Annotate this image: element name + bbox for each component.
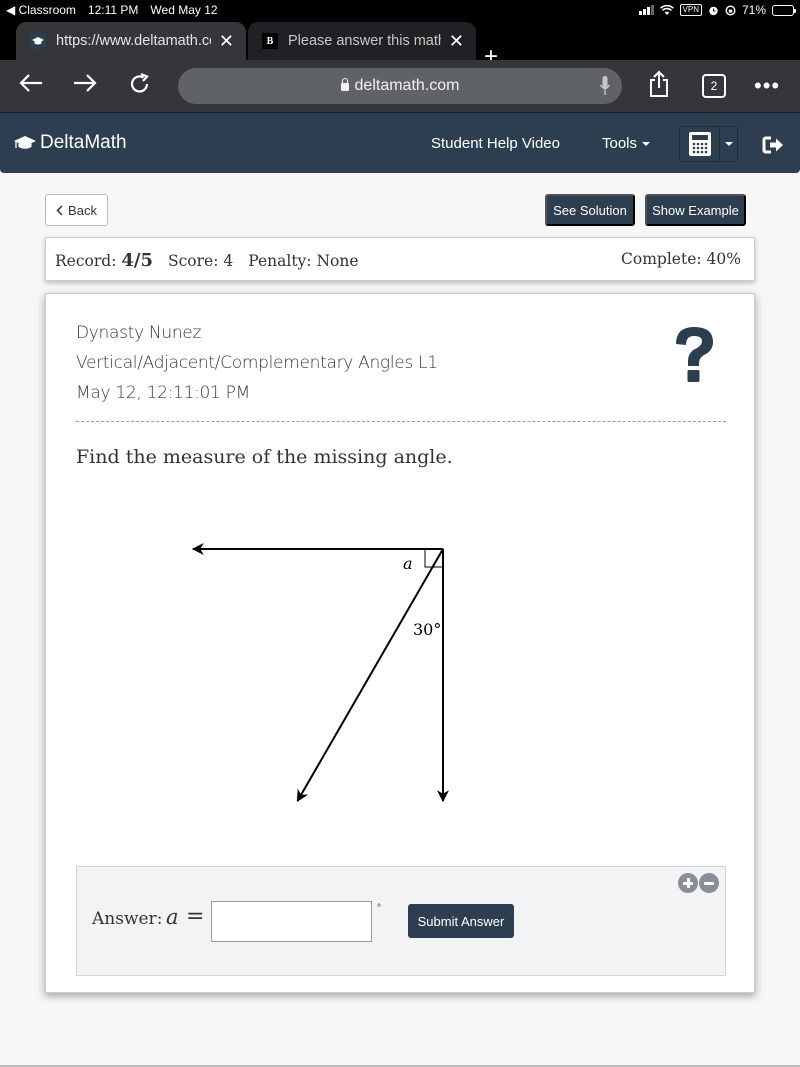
answer-input[interactable]	[211, 901, 372, 942]
url-text: deltamath.com	[354, 77, 460, 94]
brand-name: DeltaMath	[40, 132, 127, 153]
caret-down-icon	[724, 142, 733, 146]
close-tab-icon[interactable]: ✕	[219, 31, 234, 52]
back-arrow-icon[interactable]	[18, 72, 44, 100]
address-bar[interactable]: deltamath.com	[178, 68, 622, 104]
problem-meta: Dynasty Nunez Vertical/Adjacent/Compleme…	[76, 318, 438, 408]
zoom-in-icon[interactable]	[678, 873, 698, 893]
battery-icon	[772, 4, 796, 16]
back-to-app-link[interactable]: ◀ Classroom	[6, 3, 76, 17]
top-navbar: DeltaMath Student Help Video Tools	[0, 113, 800, 173]
wifi-icon	[659, 4, 674, 15]
score-label: Score:	[167, 252, 219, 270]
tab-title: https://www.deltamath.com	[56, 33, 211, 49]
ios-status-bar: ◀ Classroom 12:11 PM Wed May 12 VPN 71%	[0, 0, 800, 20]
status-date: Wed May 12	[150, 3, 218, 17]
penalty-value: None	[316, 252, 359, 270]
problem-card: Dynasty Nunez Vertical/Adjacent/Compleme…	[45, 293, 755, 993]
alarm-icon	[709, 6, 718, 15]
degree-symbol: °	[377, 903, 381, 914]
score-stat: Score: 4	[168, 252, 233, 270]
microphone-icon[interactable]	[600, 76, 610, 96]
tab-deltamath[interactable]: https://www.deltamath.com ✕	[16, 22, 246, 60]
calculator-button[interactable]	[680, 127, 720, 161]
tab-brainly[interactable]: B Please answer this math question ✕	[248, 22, 476, 60]
calculator-icon	[688, 132, 711, 156]
share-icon[interactable]	[648, 70, 670, 104]
sign-out-icon[interactable]	[762, 135, 784, 160]
record-stat: Record: 4/5	[55, 250, 153, 271]
tab-title: Please answer this math question	[288, 33, 441, 49]
forward-arrow-icon[interactable]	[72, 72, 98, 100]
submit-answer-button[interactable]: Submit Answer	[408, 904, 514, 938]
battery-percent: 71%	[741, 3, 766, 17]
complete-value: 40%	[706, 250, 741, 268]
close-tab-icon[interactable]: ✕	[449, 31, 464, 52]
student-name: Dynasty Nunez	[76, 323, 202, 343]
angle-label-30: 30°	[413, 620, 441, 639]
cellular-signal-icon	[638, 5, 654, 15]
reload-icon[interactable]	[128, 72, 152, 102]
more-menu-icon[interactable]: •••	[754, 73, 780, 99]
answer-variable: a	[166, 905, 179, 929]
calculator-dropdown-toggle[interactable]	[720, 127, 737, 161]
calculator-button-group	[679, 126, 738, 162]
chevron-left-icon	[56, 204, 63, 216]
complete-label: Complete:	[621, 250, 702, 268]
record-label: Record:	[55, 252, 117, 270]
vpn-badge: VPN	[679, 4, 702, 16]
show-example-button[interactable]: Show Example	[645, 194, 746, 226]
divider	[76, 421, 726, 422]
graduation-cap-icon	[14, 136, 36, 149]
answer-panel: Answer: a = ° Submit Answer	[76, 866, 726, 976]
tools-label: Tools	[602, 135, 638, 152]
lock-icon	[340, 78, 349, 91]
skill-name: Vertical/Adjacent/Complementary Angles L…	[76, 353, 438, 373]
penalty-label: Penalty:	[248, 252, 312, 270]
browser-toolbar: deltamath.com 2 •••	[0, 60, 800, 113]
back-label: Back	[68, 202, 97, 218]
deltamath-cap-icon	[30, 33, 46, 49]
student-help-video-link[interactable]: Student Help Video	[431, 135, 560, 152]
angle-label-a: a	[403, 554, 413, 573]
brainly-b-icon: B	[262, 33, 278, 49]
ray-diagonal	[296, 548, 444, 803]
problem-prompt: Find the measure of the missing angle.	[76, 446, 453, 468]
score-value: 4	[223, 252, 234, 270]
record-value: 4/5	[121, 250, 153, 271]
equals-sign: =	[186, 904, 205, 929]
tab-switcher-button[interactable]: 2	[702, 74, 726, 98]
question-mark-help-icon[interactable]	[671, 324, 717, 384]
deltamath-logo[interactable]: DeltaMath	[14, 132, 127, 154]
answer-label: Answer:	[92, 909, 163, 929]
angle-diagram: a 30°	[191, 543, 449, 803]
problem-timestamp: May 12, 12:11:01 PM	[76, 383, 250, 403]
browser-tab-strip: https://www.deltamath.com ✕ B Please ans…	[0, 20, 800, 69]
see-solution-button[interactable]: See Solution	[545, 194, 635, 226]
tools-dropdown[interactable]: Tools	[602, 135, 651, 152]
record-bar: Record: 4/5 Score: 4 Penalty: None Compl…	[45, 237, 755, 281]
caret-down-icon	[642, 142, 651, 147]
zoom-controls	[678, 873, 719, 893]
deltamath-page: DeltaMath Student Help Video Tools Back …	[0, 113, 800, 1067]
complete-stat: Complete: 40%	[621, 250, 741, 268]
zoom-out-icon[interactable]	[699, 873, 719, 893]
orientation-lock-icon	[725, 4, 736, 16]
penalty-stat: Penalty: None	[248, 252, 358, 270]
status-time: 12:11 PM	[87, 3, 139, 17]
back-button[interactable]: Back	[45, 194, 108, 226]
